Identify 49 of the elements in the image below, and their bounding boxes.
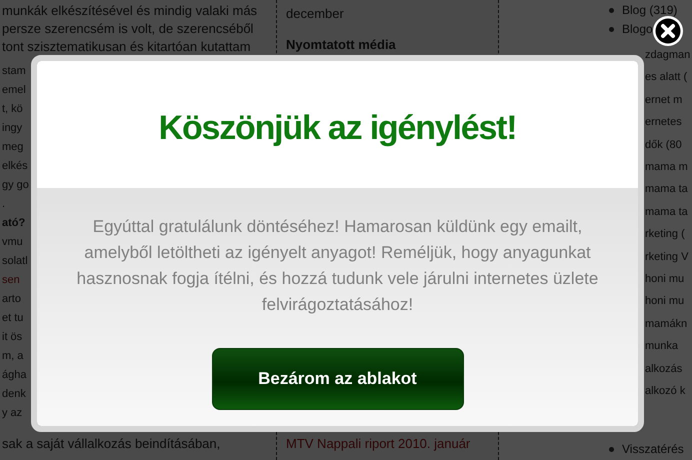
paragraph-fragment: elkés [2,159,28,174]
category-fragment[interactable]: munka [645,335,692,358]
category-link[interactable]: Visszatérés [622,440,684,458]
paragraph-fragment: et tu [2,311,24,326]
section-heading: Nyomtatott média [286,36,397,54]
paragraph-fragment: gy go [2,178,28,193]
category-fragment[interactable]: ernet m [645,88,692,112]
modal-message: Egyúttal gratulálunk döntéséhez! Hamarosan küldünk egy emailt, amelyből letöltheti az igényelt anyagot! Reméljük, hogy anyagunkat hasznosnak fogja ítélni, és hozzá tudunk vele járulni internetes üzlete felvirágoztatásához! [76,216,600,316]
category-link[interactable]: Blog (319) [622,1,678,19]
paragraph-fragment: vmu [2,235,24,250]
category-fragment[interactable]: ernetes [645,111,692,134]
category-link[interactable]: Blogo [622,20,653,38]
category-fragment[interactable]: alkozás [645,358,692,380]
paragraph-fragment: meg [2,140,24,155]
paragraph-fragment: solatl [2,254,28,269]
category-fragment[interactable]: rketing ( [645,223,692,246]
close-icon[interactable] [652,15,684,47]
paragraph-fragment: arto [2,292,22,307]
category-fragment[interactable]: mama ta [645,178,692,201]
modal-title: Köszönjük az igénylést! [158,109,516,148]
category-fragment[interactable]: mamákn [645,312,692,336]
paragraph-fragment: emel [2,83,27,98]
paragraph-fragment: t, kö [2,102,24,117]
category-fragment[interactable]: honi mu [645,290,692,313]
close-window-button[interactable]: Bezárom az ablakot [212,348,464,410]
paragraph-fragment: ingy [2,121,24,136]
paragraph-fragment: ató? [2,216,26,231]
paragraph-fragment: . [2,197,6,212]
category-fragment[interactable]: zdagman [645,44,692,66]
article-link[interactable]: MTV Nappali riport 2010. január [286,435,498,453]
category-fragment[interactable]: mama ta [645,200,692,224]
paragraph-line: tont szisztematikusan és kitartóan kutattam [2,38,252,56]
paragraph-fragment[interactable]: sen [2,271,28,290]
paragraph-fragment: stam [2,64,27,79]
category-fragment[interactable]: dők (80 [645,134,692,156]
category-fragment[interactable]: rketing V [645,246,692,268]
paragraph-fragment: ágha [2,368,28,383]
paragraph-fragment: m, a [2,349,24,364]
paragraph-line: munkák elkészítésével és mindig valaki más [2,2,258,20]
paragraph-line: sak a saját vállalkozás beindításában, [2,435,222,453]
category-fragment[interactable]: alkozó k [645,380,692,402]
paragraph-fragment: y az [2,406,24,421]
paragraph-fragment: denk [2,387,27,402]
paragraph-fragment: it ös [2,330,24,345]
paragraph-line: persze szerencsém is volt, de szerencséből [2,20,254,38]
category-fragment[interactable]: mama m [645,156,692,178]
category-fragment[interactable]: es alatt ( [645,66,692,89]
date-text: december [286,5,345,23]
category-fragment[interactable]: honi mu [645,268,692,290]
